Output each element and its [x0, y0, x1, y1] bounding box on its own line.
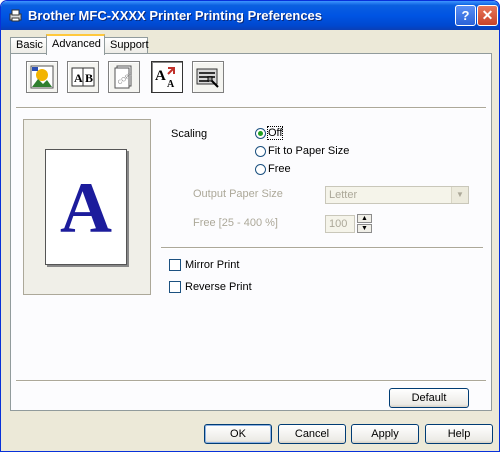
apply-button[interactable]: Apply: [351, 424, 419, 444]
device-options-button[interactable]: [192, 61, 224, 93]
scaling-free-radio[interactable]: [255, 164, 266, 175]
mirror-print-checkbox[interactable]: [169, 259, 181, 271]
printer-icon: [9, 9, 22, 22]
scaling-free-label[interactable]: Free: [268, 163, 291, 175]
help-title-button[interactable]: ?: [455, 5, 476, 26]
scaling-fit-label[interactable]: Fit to Paper Size: [268, 145, 349, 157]
preview-paper: A: [45, 149, 127, 265]
free-scale-stepper[interactable]: ▲ ▼: [357, 214, 372, 233]
tab-advanced[interactable]: Advanced: [46, 34, 105, 55]
spin-down-icon[interactable]: ▼: [357, 224, 372, 233]
svg-text:A: A: [155, 68, 166, 84]
window-title: Brother MFC-XXXX Printer Printing Prefer…: [28, 8, 323, 23]
scaling-off-radio[interactable]: [255, 128, 266, 139]
copy-watermark-icon: COPY: [114, 65, 134, 89]
scaling-fit-radio[interactable]: [255, 146, 266, 157]
scaling-button[interactable]: A A: [151, 61, 183, 93]
help-button[interactable]: Help: [425, 424, 493, 444]
free-scale-input[interactable]: 100: [325, 215, 355, 233]
scaling-off-label[interactable]: Off: [266, 126, 284, 140]
cancel-button[interactable]: Cancel: [278, 424, 346, 444]
mirror-print-label[interactable]: Mirror Print: [185, 259, 239, 271]
free-scale-label: Free [25 - 400 %]: [193, 217, 278, 229]
output-paper-size-label: Output Paper Size: [193, 188, 283, 200]
output-paper-size-value: Letter: [329, 189, 358, 201]
svg-text:A: A: [167, 79, 175, 89]
preview-glyph: A: [60, 168, 112, 248]
close-button[interactable]: ✕: [477, 5, 498, 26]
color-settings-icon: [30, 65, 54, 89]
ok-button[interactable]: OK: [204, 424, 272, 444]
watermark-button[interactable]: COPY: [108, 61, 140, 93]
svg-text:A: A: [74, 71, 83, 85]
ab-layout-icon: A B: [71, 67, 95, 87]
reverse-print-checkbox[interactable]: [169, 281, 181, 293]
toolbar-separator: [16, 107, 486, 109]
tab-support[interactable]: Support: [104, 37, 149, 54]
default-button[interactable]: Default: [389, 388, 469, 408]
svg-text:B: B: [85, 71, 93, 85]
scaling-icon: A A: [155, 67, 175, 89]
printing-preferences-window: Brother MFC-XXXX Printer Printing Prefer…: [0, 0, 500, 452]
bottom-separator: [16, 380, 486, 382]
free-scale-value: 100: [329, 218, 348, 230]
output-paper-size-select[interactable]: Letter ▼: [325, 186, 469, 204]
tab-basic[interactable]: Basic: [10, 37, 47, 54]
color-settings-button[interactable]: [26, 61, 58, 93]
reverse-print-label[interactable]: Reverse Print: [185, 281, 252, 293]
device-options-icon: [196, 68, 219, 88]
chevron-down-icon[interactable]: ▼: [451, 187, 468, 203]
ab-layout-button[interactable]: A B: [67, 61, 99, 93]
options-separator: [161, 247, 483, 249]
title-bar[interactable]: Brother MFC-XXXX Printer Printing Prefer…: [1, 1, 499, 30]
scaling-label: Scaling: [171, 128, 208, 140]
spin-up-icon[interactable]: ▲: [357, 214, 372, 223]
